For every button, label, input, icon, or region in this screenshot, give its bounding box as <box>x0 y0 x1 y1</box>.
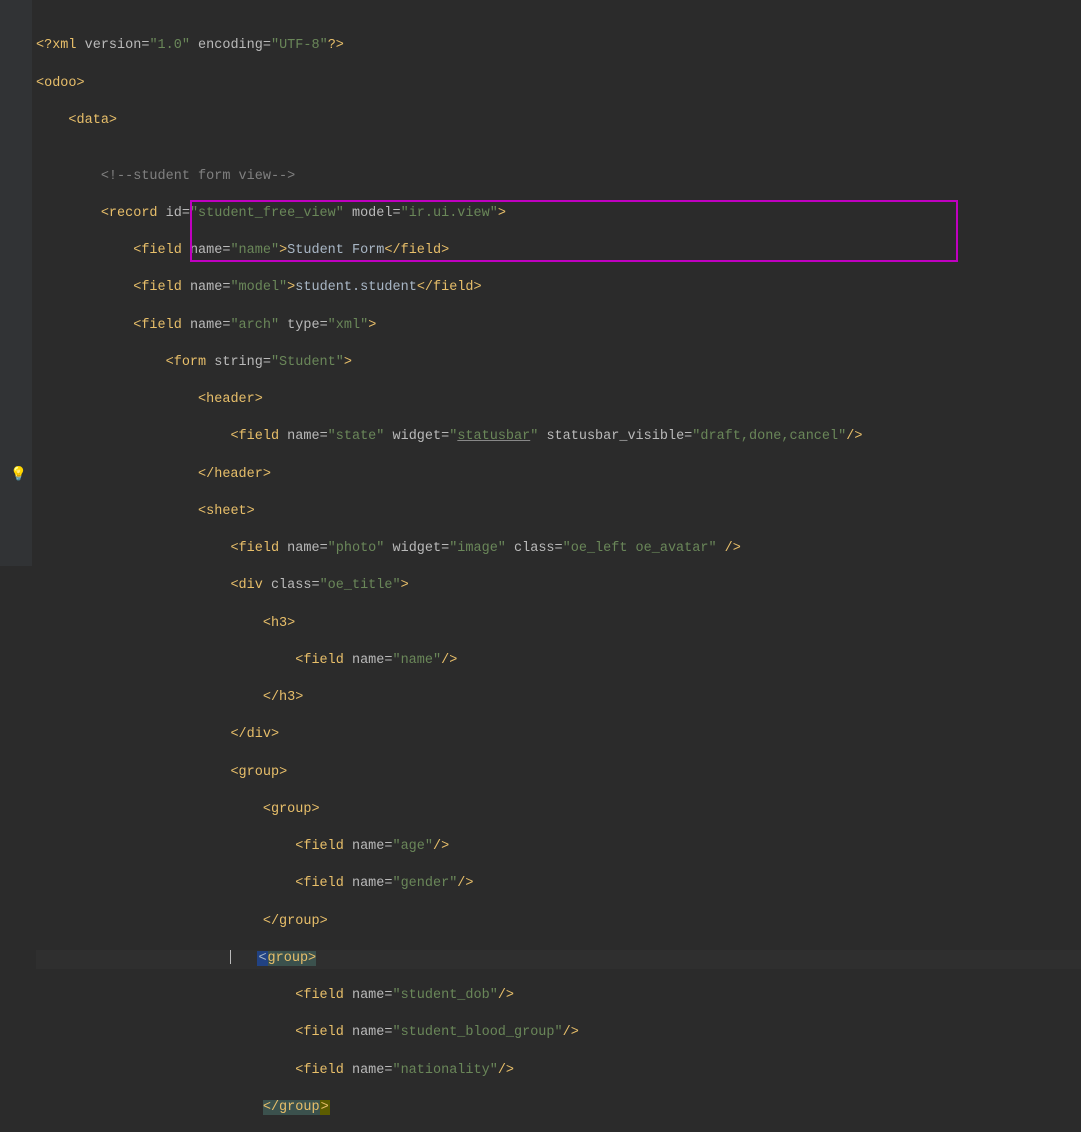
code-line: <form string="Student"> <box>36 354 1081 373</box>
code-line: <field name="name">Student Form</field> <box>36 242 1081 261</box>
lightbulb-icon[interactable]: 💡 <box>10 467 27 486</box>
code-line-caret: <group> <box>36 950 1081 969</box>
code-line: <field name="photo" widget="image" class… <box>36 540 1081 559</box>
code-line: <header> <box>36 391 1081 410</box>
code-line: <field name="name"/> <box>36 652 1081 671</box>
code-line: </h3> <box>36 689 1081 708</box>
text-caret-icon <box>230 950 231 964</box>
code-line: <!--student form view--> <box>36 168 1081 187</box>
editor-gutter: 💡 <box>0 0 32 566</box>
code-line: <group> <box>36 764 1081 783</box>
code-line: <div class="oe_title"> <box>36 577 1081 596</box>
code-line: <sheet> <box>36 503 1081 522</box>
code-line: <field name="age"/> <box>36 838 1081 857</box>
code-line: <field name="arch" type="xml"> <box>36 317 1081 336</box>
code-line: <field name="student_dob"/> <box>36 987 1081 1006</box>
code-line: <field name="model">student.student</fie… <box>36 279 1081 298</box>
code-line: <data> <box>36 112 1081 131</box>
code-editor[interactable]: 💡 <?xml version="1.0" encoding="UTF-8"?>… <box>0 0 1081 566</box>
code-line: <odoo> <box>36 75 1081 94</box>
code-line: <field name="gender"/> <box>36 875 1081 894</box>
code-line: <h3> <box>36 615 1081 634</box>
code-line: </group> <box>36 1099 1081 1118</box>
code-line: <?xml version="1.0" encoding="UTF-8"?> <box>36 37 1081 56</box>
code-line: <group> <box>36 801 1081 820</box>
code-line: <field name="state" widget="statusbar" s… <box>36 428 1081 447</box>
code-line: </group> <box>36 913 1081 932</box>
code-line: </header> <box>36 466 1081 485</box>
code-line: <field name="student_blood_group"/> <box>36 1024 1081 1043</box>
code-line: <record id="student_free_view" model="ir… <box>36 205 1081 224</box>
code-line: <field name="nationality"/> <box>36 1062 1081 1081</box>
code-line: </div> <box>36 726 1081 745</box>
code-area[interactable]: <?xml version="1.0" encoding="UTF-8"?> <… <box>32 0 1081 566</box>
